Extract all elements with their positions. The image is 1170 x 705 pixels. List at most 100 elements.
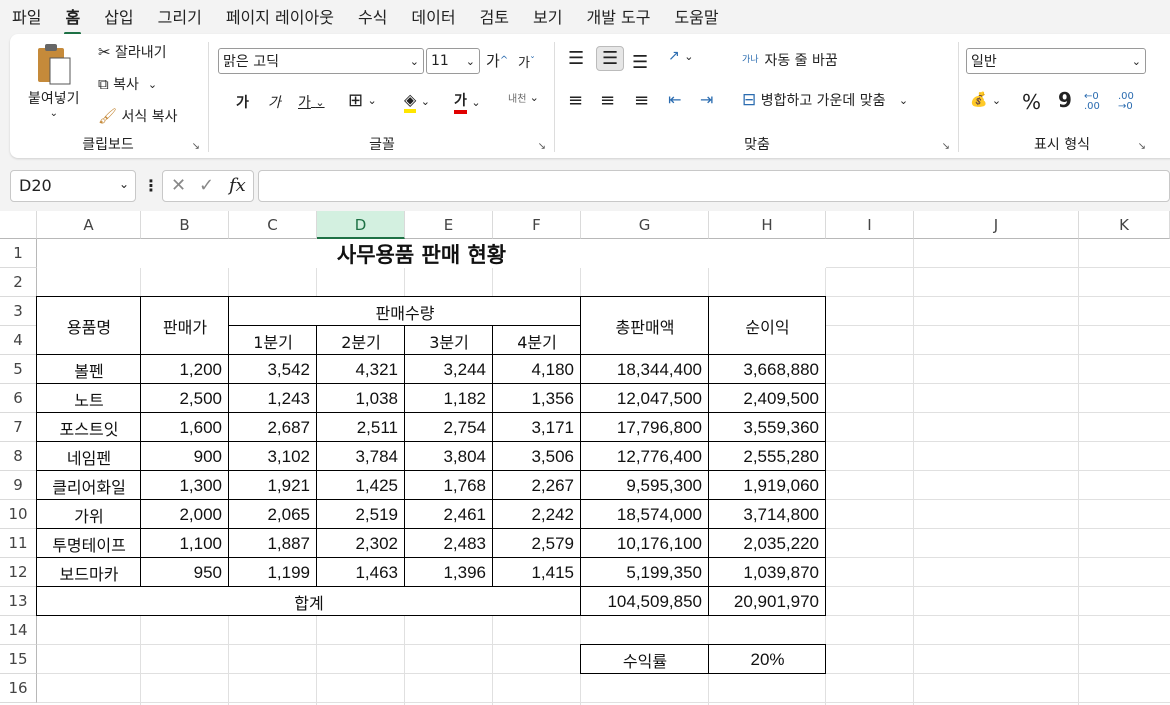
font-color-button[interactable]: 가 ⌄ — [454, 90, 481, 114]
value-cell[interactable]: 1,919,060 — [709, 471, 826, 500]
value-cell[interactable]: 3,804 — [405, 442, 493, 471]
value-cell[interactable]: 2,302 — [317, 529, 405, 558]
menu-item[interactable]: 파일 — [11, 2, 42, 30]
profit-rate-label[interactable]: 수익률 — [581, 645, 709, 674]
grow-font-button[interactable]: 가 ^ — [486, 50, 508, 71]
font-name-select[interactable]: 맑은 고딕 ⌄ — [218, 48, 424, 74]
sum-total-sales[interactable]: 104,509,850 — [581, 587, 709, 616]
menu-item[interactable]: 개발 도구 — [585, 2, 651, 30]
value-cell[interactable]: 2,242 — [493, 500, 581, 529]
column-header[interactable]: E — [405, 211, 493, 239]
value-cell[interactable]: 1,243 — [229, 384, 317, 413]
value-cell[interactable]: 17,796,800 — [581, 413, 709, 442]
menu-item[interactable]: 페이지 레이아웃 — [225, 2, 335, 30]
menu-item[interactable]: 보기 — [532, 2, 563, 30]
row-header[interactable]: 10 — [0, 500, 37, 529]
column-header[interactable]: F — [493, 211, 581, 239]
row-header[interactable]: 3 — [0, 297, 37, 326]
column-header[interactable]: D — [317, 211, 405, 239]
header-quarter[interactable]: 4분기 — [493, 326, 581, 355]
align-center-button[interactable]: ≡ — [600, 90, 615, 111]
copy-button[interactable]: ⧉ 복사 ⌄ — [98, 74, 157, 94]
value-cell[interactable]: 2,409,500 — [709, 384, 826, 413]
value-cell[interactable]: 1,300 — [141, 471, 229, 500]
value-cell[interactable]: 12,047,500 — [581, 384, 709, 413]
row-header[interactable]: 6 — [0, 384, 37, 413]
value-cell[interactable]: 1,415 — [493, 558, 581, 587]
item-name-cell[interactable]: 클리어화일 — [37, 471, 141, 500]
font-size-select[interactable]: 11 ⌄ — [426, 48, 480, 74]
spreadsheet-grid[interactable]: A B C D E F G H I J K 1 2 3 4 5 6 7 8 9 10 11 12 13 14 15 16 사무용품 판… — [0, 211, 1170, 705]
value-cell[interactable]: 1,921 — [229, 471, 317, 500]
column-header[interactable]: C — [229, 211, 317, 239]
column-header[interactable]: A — [37, 211, 141, 239]
value-cell[interactable]: 2,579 — [493, 529, 581, 558]
align-right-button[interactable]: ≡ — [634, 90, 649, 111]
value-cell[interactable]: 1,182 — [405, 384, 493, 413]
formula-input[interactable] — [258, 170, 1170, 202]
insert-function-button[interactable]: fx — [229, 175, 246, 196]
row-header[interactable]: 16 — [0, 674, 37, 703]
row-header[interactable]: 4 — [0, 326, 37, 355]
value-cell[interactable]: 3,714,800 — [709, 500, 826, 529]
column-header[interactable]: G — [581, 211, 709, 239]
wrap-text-button[interactable]: 가나 자동 줄 바꿈 — [742, 50, 838, 70]
sheet-title[interactable]: 사무용품 판매 현황 — [37, 239, 826, 268]
column-header[interactable]: K — [1079, 211, 1170, 239]
value-cell[interactable]: 1,425 — [317, 471, 405, 500]
cancel-icon[interactable]: ✕ — [171, 175, 186, 196]
value-cell[interactable]: 1,039,870 — [709, 558, 826, 587]
decrease-indent-button[interactable]: ⇤ — [668, 90, 681, 109]
value-cell[interactable]: 3,784 — [317, 442, 405, 471]
align-top-button[interactable]: ☰ — [568, 48, 584, 69]
value-cell[interactable]: 10,176,100 — [581, 529, 709, 558]
menu-item[interactable]: 수식 — [357, 2, 388, 30]
row-header[interactable]: 12 — [0, 558, 37, 587]
value-cell[interactable]: 3,542 — [229, 355, 317, 384]
profit-rate-value[interactable]: 20% — [709, 645, 826, 674]
value-cell[interactable]: 1,396 — [405, 558, 493, 587]
value-cell[interactable]: 2,065 — [229, 500, 317, 529]
row-header[interactable]: 9 — [0, 471, 37, 500]
value-cell[interactable]: 1,199 — [229, 558, 317, 587]
format-painter-button[interactable]: 🖌 서식 복사 — [98, 106, 177, 126]
align-bottom-button[interactable]: ☰ — [632, 52, 648, 73]
value-cell[interactable]: 900 — [141, 442, 229, 471]
value-cell[interactable]: 1,356 — [493, 384, 581, 413]
row-header[interactable]: 2 — [0, 268, 37, 297]
comma-button[interactable]: 9 — [1058, 88, 1072, 112]
value-cell[interactable]: 3,668,880 — [709, 355, 826, 384]
column-header[interactable]: B — [141, 211, 229, 239]
value-cell[interactable]: 1,200 — [141, 355, 229, 384]
shrink-font-button[interactable]: 가ˇ — [518, 52, 535, 71]
value-cell[interactable]: 2,267 — [493, 471, 581, 500]
value-cell[interactable]: 1,038 — [317, 384, 405, 413]
header-net-profit[interactable]: 순이익 — [709, 297, 826, 355]
value-cell[interactable]: 3,171 — [493, 413, 581, 442]
menu-item[interactable]: 도움말 — [673, 2, 719, 30]
column-header[interactable]: H — [709, 211, 826, 239]
value-cell[interactable]: 2,035,220 — [709, 529, 826, 558]
item-name-cell[interactable]: 노트 — [37, 384, 141, 413]
value-cell[interactable]: 2,519 — [317, 500, 405, 529]
value-cell[interactable]: 1,600 — [141, 413, 229, 442]
value-cell[interactable]: 950 — [141, 558, 229, 587]
dialog-launcher-icon[interactable]: ↘ — [942, 141, 950, 152]
phonetic-button[interactable]: 내천 ⌄ — [508, 90, 539, 105]
menu-item[interactable]: 그리기 — [157, 2, 203, 30]
row-header[interactable]: 15 — [0, 645, 37, 674]
item-name-cell[interactable]: 볼펜 — [37, 355, 141, 384]
item-name-cell[interactable]: 가위 — [37, 500, 141, 529]
italic-button[interactable]: 가 — [268, 92, 281, 112]
enter-icon[interactable]: ✓ — [199, 175, 214, 196]
row-header[interactable]: 8 — [0, 442, 37, 471]
bold-button[interactable]: 가 — [236, 92, 249, 112]
decrease-decimal-button[interactable]: .00 →0 — [1118, 92, 1144, 112]
dialog-launcher-icon[interactable]: ↘ — [1138, 141, 1146, 152]
header-quarter[interactable]: 3분기 — [405, 326, 493, 355]
number-format-select[interactable]: 일반 ⌄ — [966, 48, 1146, 74]
value-cell[interactable]: 1,100 — [141, 529, 229, 558]
border-button[interactable]: ⊞ ⌄ — [348, 90, 377, 111]
value-cell[interactable]: 18,344,400 — [581, 355, 709, 384]
fill-color-button[interactable]: ◈ ⌄ — [404, 90, 430, 113]
